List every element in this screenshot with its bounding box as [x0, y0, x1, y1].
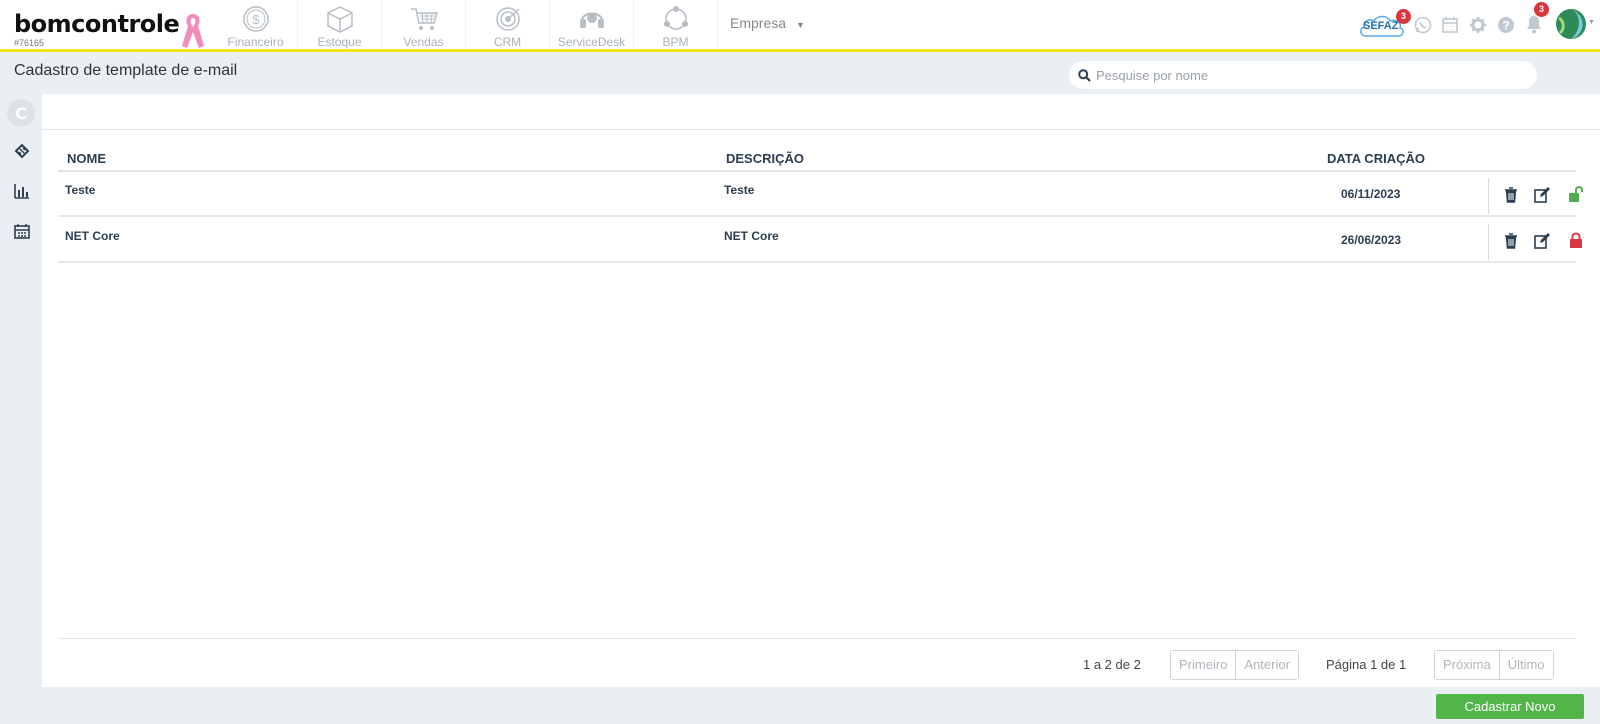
svg-text:$: $	[252, 12, 260, 27]
avatar	[1556, 9, 1586, 39]
calendar-icon[interactable]	[1441, 16, 1459, 34]
svg-text:?: ?	[1502, 19, 1509, 33]
trash-icon[interactable]	[1502, 232, 1520, 250]
help-icon[interactable]: ?	[1497, 16, 1515, 34]
cell-data-criacao: 06/11/2023	[1341, 187, 1401, 201]
divider	[1488, 178, 1489, 214]
search-input[interactable]	[1096, 65, 1516, 85]
notifications-button[interactable]: 3	[1525, 2, 1549, 36]
sefaz-label: SEFAZ	[1363, 20, 1399, 32]
divider	[58, 261, 1576, 263]
cart-icon	[410, 8, 438, 30]
search-box[interactable]	[1069, 61, 1537, 89]
cell-data-criacao: 26/06/2023	[1341, 233, 1402, 247]
divider	[42, 129, 1600, 130]
module-label: Financeiro	[227, 35, 284, 49]
previous-page-button[interactable]: Anterior	[1235, 651, 1298, 679]
new-template-button[interactable]: Cadastrar Novo	[1436, 694, 1584, 719]
lock-icon[interactable]	[1567, 231, 1585, 249]
divider	[58, 215, 1576, 217]
gear-icon[interactable]	[1469, 16, 1487, 34]
table-row[interactable]: NET Core NET Core 26/06/2023	[58, 218, 1582, 265]
last-page-button[interactable]: Último	[1498, 651, 1553, 679]
account-id: #76165	[14, 38, 45, 48]
company-dropdown[interactable]: Empresa ▼	[730, 15, 805, 31]
user-menu[interactable]: ▼	[1555, 8, 1595, 40]
edit-icon[interactable]	[1533, 232, 1551, 250]
pagination-prev-group: Primeiro Anterior	[1170, 650, 1299, 680]
search-icon	[1078, 69, 1091, 82]
notifications-badge: 3	[1534, 2, 1549, 17]
module-financeiro[interactable]: $ Financeiro	[214, 0, 298, 49]
record-count: 1 a 2 de 2	[1083, 657, 1141, 672]
sefaz-button[interactable]: SEFAZ 3	[1358, 9, 1411, 38]
app-logo[interactable]: bomcontrole	[14, 10, 180, 38]
module-vendas[interactable]: Vendas	[382, 0, 466, 49]
edit-icon[interactable]	[1533, 186, 1551, 204]
awareness-ribbon-icon	[182, 14, 204, 48]
top-navbar: bomcontrole #76165 $ Financeiro Estoque …	[0, 0, 1600, 52]
caret-down-icon: ▼	[1588, 19, 1595, 26]
table-row[interactable]: Teste Teste 06/11/2023	[58, 172, 1583, 219]
svg-text:C: C	[15, 104, 27, 123]
whatsapp-icon[interactable]	[1414, 16, 1432, 34]
module-crm[interactable]: CRM	[466, 0, 550, 49]
box-icon	[326, 6, 353, 33]
caret-down-icon: ▼	[796, 20, 805, 30]
cell-descricao: NET Core	[724, 229, 779, 243]
main-panel: NOME DESCRIÇÃO DATA CRIAÇÃO Teste Teste …	[42, 94, 1600, 687]
column-header-nome[interactable]: NOME	[67, 151, 106, 166]
module-estoque[interactable]: Estoque	[298, 0, 382, 49]
target-icon	[495, 7, 520, 31]
money-icon: $	[242, 6, 269, 32]
trash-icon[interactable]	[1502, 186, 1520, 204]
headset-icon	[579, 12, 604, 28]
cell-nome: NET Core	[65, 229, 120, 243]
unlock-icon[interactable]	[1567, 185, 1585, 203]
module-bpm[interactable]: BPM	[634, 0, 718, 49]
module-label: ServiceDesk	[557, 35, 626, 49]
page-info: Página 1 de 1	[1326, 657, 1407, 672]
divider	[58, 638, 1576, 639]
module-label: Vendas	[403, 35, 444, 49]
calendar-icon[interactable]	[13, 222, 31, 240]
module-nav: $ Financeiro Estoque Vendas CRM ServiceD…	[214, 0, 718, 49]
module-label: BPM	[662, 35, 689, 49]
module-servicedesk[interactable]: ServiceDesk	[550, 0, 634, 49]
pagination-next-group: Próxima Último	[1434, 650, 1554, 680]
module-label: Estoque	[317, 35, 362, 49]
bell-icon	[1527, 16, 1541, 34]
sefaz-badge: 3	[1396, 9, 1411, 24]
column-header-data-criacao[interactable]: DATA CRIAÇÃO	[1327, 151, 1425, 166]
first-page-button[interactable]: Primeiro	[1171, 651, 1236, 679]
module-label: CRM	[493, 35, 522, 49]
cell-nome: Teste	[65, 183, 96, 197]
next-page-button[interactable]: Próxima	[1435, 651, 1499, 679]
column-header-descricao[interactable]: DESCRIÇÃO	[726, 151, 804, 166]
cell-descricao: Teste	[724, 183, 755, 197]
collapse-menu-icon[interactable]: C	[6, 98, 36, 128]
bar-chart-icon[interactable]	[13, 182, 31, 200]
network-icon	[663, 6, 688, 30]
ticket-icon[interactable]	[13, 142, 31, 160]
page-title: Cadastro de template de e-mail	[14, 62, 238, 79]
company-label: Empresa	[730, 15, 787, 31]
divider	[1488, 224, 1489, 260]
